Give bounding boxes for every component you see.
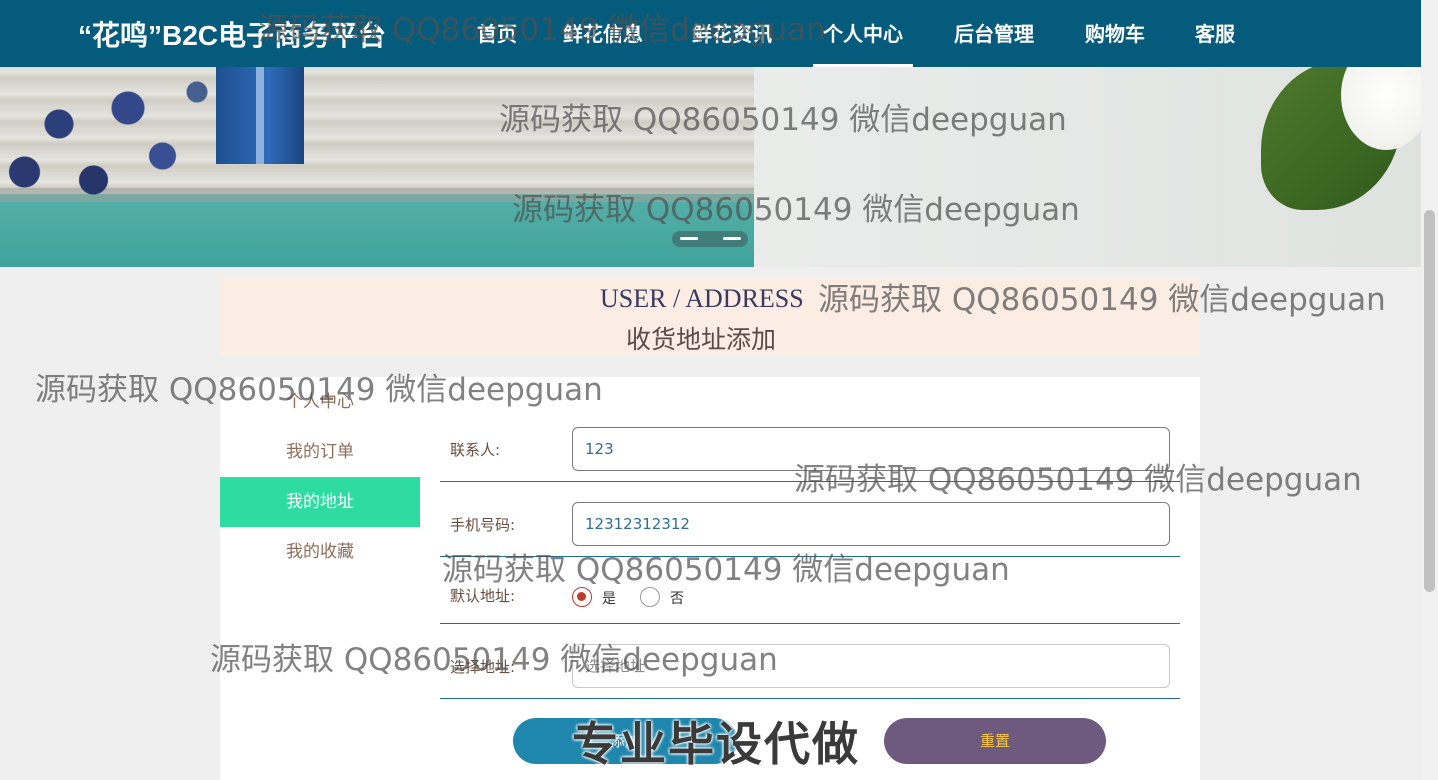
scrollbar-thumb[interactable] [1424, 210, 1435, 592]
nav-item-admin[interactable]: 后台管理 [954, 18, 1034, 47]
sidebar-item-addresses[interactable]: 我的地址 [220, 477, 420, 527]
sidebar-item-orders[interactable]: 我的订单 [220, 427, 420, 477]
watermark-text: 源码获取 QQ86050149 微信deepguan [442, 552, 1010, 588]
nav-item-service[interactable]: 客服 [1195, 18, 1235, 47]
sidebar-item-favorites[interactable]: 我的收藏 [220, 527, 420, 577]
watermark-text: 源码获取 QQ86050149 微信deepguan [499, 102, 1067, 138]
phone-field[interactable]: 12312312312 [572, 502, 1170, 546]
default-no-radio[interactable] [640, 587, 660, 607]
banner-gift-box-image [216, 64, 304, 164]
watermark-text: 源码获取 QQ86050149 微信deepguan [210, 642, 778, 678]
watermark-text: 源码获取 QQ86050149 微信deepguan [794, 462, 1362, 498]
nav-item-user-center[interactable]: 个人中心 [813, 18, 913, 67]
watermark-text: 源码获取 QQ86050149 微信deepguan [35, 372, 603, 408]
nav-item-cart[interactable]: 购物车 [1085, 18, 1145, 47]
page-title: 收货地址添加 [626, 325, 777, 354]
carousel-dot-2[interactable] [723, 237, 741, 240]
page-title-english: USER / ADDRESS [600, 284, 804, 313]
reset-button[interactable]: 重置 [884, 718, 1106, 764]
promo-overlay-text: 专业毕设代做 [572, 717, 860, 771]
default-yes-label[interactable]: 是 [602, 588, 616, 608]
watermark-text: 源码获取 QQ86050149 微信deepguan [258, 12, 826, 48]
default-yes-radio[interactable] [572, 587, 592, 607]
row-divider [440, 698, 1180, 699]
contact-label: 联系人: [450, 441, 501, 459]
default-no-label[interactable]: 否 [670, 588, 684, 608]
banner-roses-image [0, 60, 220, 220]
phone-label: 手机号码: [450, 516, 516, 534]
carousel-indicators [672, 231, 748, 247]
watermark-text: 源码获取 QQ86050149 微信deepguan [512, 192, 1080, 228]
page-scrollbar[interactable] [1421, 0, 1438, 780]
row-divider [440, 623, 1180, 624]
watermark-text: 源码获取 QQ86050149 微信deepguan [818, 282, 1386, 318]
carousel-dot-1[interactable] [680, 237, 698, 240]
